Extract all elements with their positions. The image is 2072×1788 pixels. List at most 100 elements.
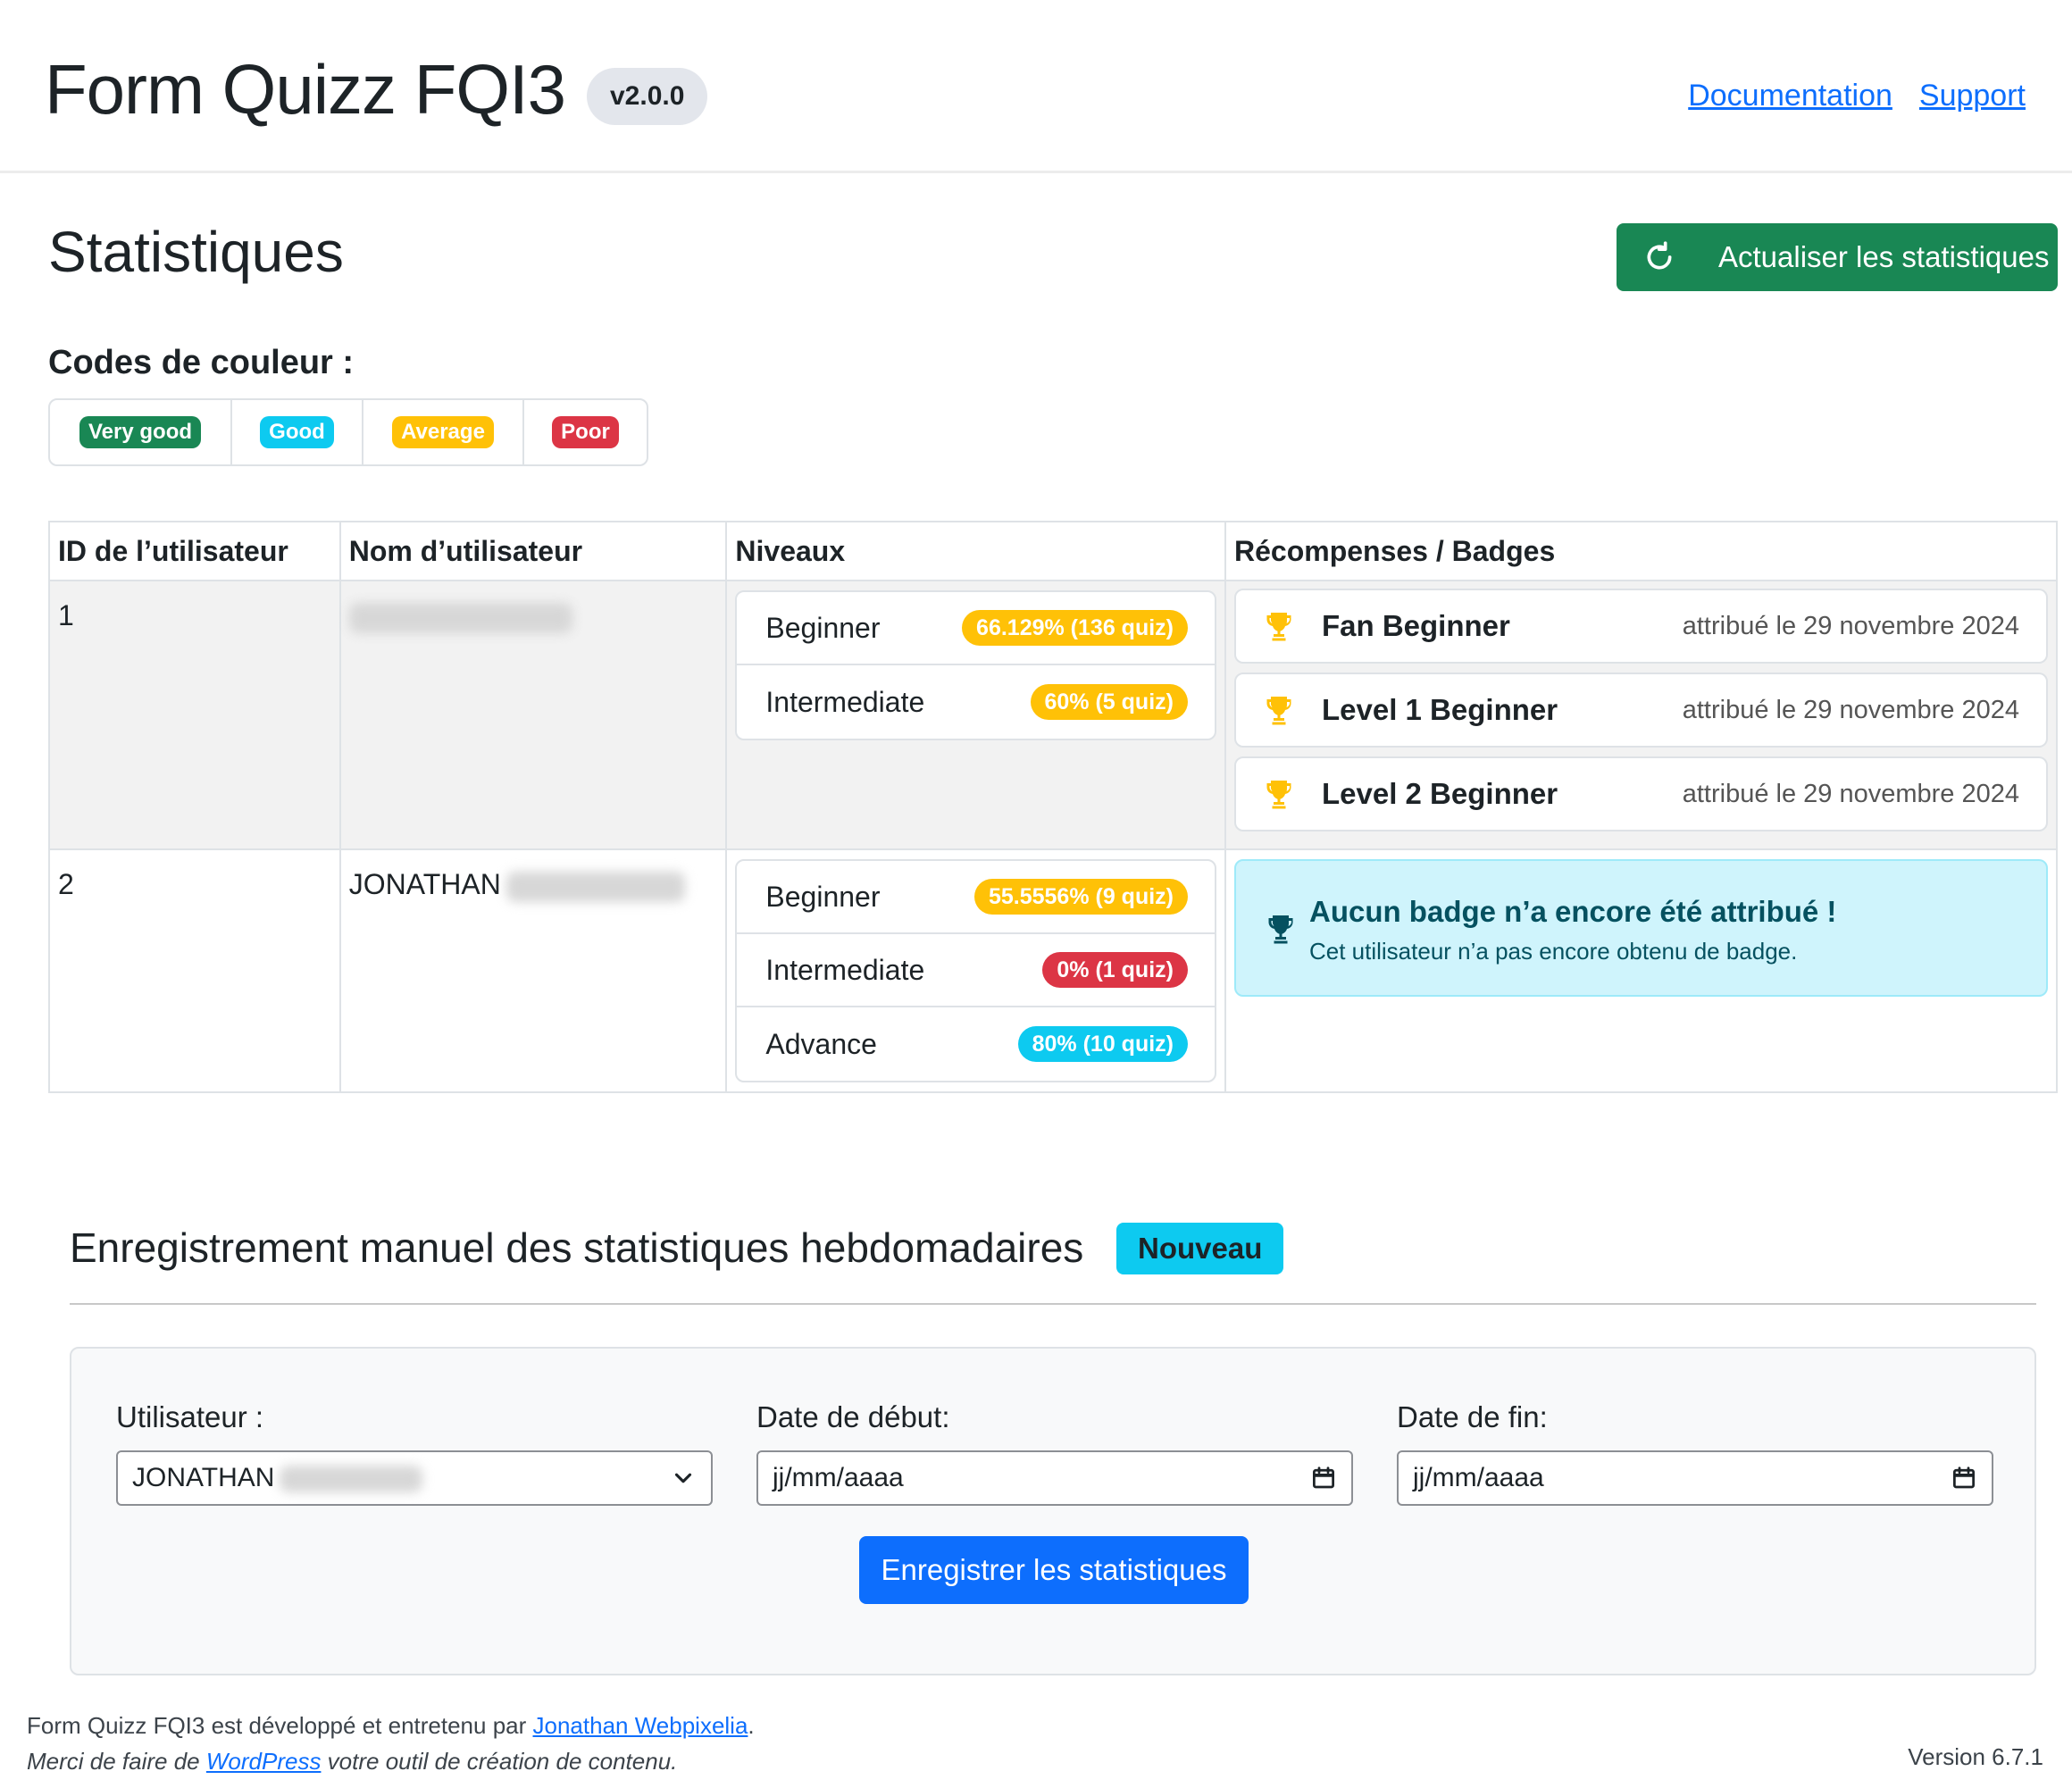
level-name: Advance <box>765 1027 877 1060</box>
trophy-icon <box>1266 613 1291 641</box>
badge-name: Level 2 Beginner <box>1321 777 1558 810</box>
legend-label: Average <box>392 416 494 448</box>
legend-item-average: Average <box>363 400 524 464</box>
weekly-section-title: Enregistrement manuel des statistiques h… <box>70 1224 1084 1271</box>
user-select-value: JONATHAN <box>132 1463 275 1492</box>
header-links: Documentation Support <box>1688 79 2026 113</box>
badge-list: Fan Beginner attribué le 29 novembre 202… <box>1233 589 2048 831</box>
user-id: 2 <box>58 868 74 900</box>
level-item: Intermediate 0% (1 quiz) <box>737 934 1215 1007</box>
level-item: Beginner 55.5556% (9 quiz) <box>737 861 1215 934</box>
level-score-badge: 80% (10 quiz) <box>1017 1026 1188 1062</box>
no-badge-alert: Aucun badge n’a encore été attribué ! Ce… <box>1233 859 2048 997</box>
level-item: Intermediate 60% (5 quiz) <box>737 665 1215 739</box>
refresh-stats-button[interactable]: Actualiser les statistiques <box>1617 223 2058 291</box>
end-date-input[interactable]: jj/mm/aaaa <box>1397 1450 1993 1506</box>
footer-credit: Form Quizz FQI3 est développé et entrete… <box>27 1708 755 1743</box>
user-name-cell <box>338 580 728 850</box>
footer-thanks: Merci de faire de WordPress votre outil … <box>27 1743 755 1779</box>
top-bar: Form Quizz FQI3 v2.0.0 Documentation Sup… <box>0 0 2072 173</box>
level-item: Beginner 66.129% (136 quiz) <box>737 592 1215 665</box>
trophy-icon <box>1266 697 1291 725</box>
wp-version: Version 6.7.1 <box>1908 1743 2043 1770</box>
author-link[interactable]: Jonathan Webpixelia <box>533 1712 748 1739</box>
table-row: 1 Beginner 66.129% (136 quiz) Intermedia… <box>48 580 2059 850</box>
badges-cell: Fan Beginner attribué le 29 novembre 202… <box>1224 580 2059 850</box>
calendar-icon[interactable] <box>1951 1465 1977 1491</box>
support-link[interactable]: Support <box>1919 79 2026 113</box>
column-header-levels: Niveaux <box>725 521 1226 581</box>
user-select[interactable]: JONATHAN <box>116 1450 713 1506</box>
table-header-row: ID de l’utilisateur Nom d’utilisateur Ni… <box>48 521 2059 581</box>
version-badge: v2.0.0 <box>587 68 708 125</box>
level-score-badge: 60% (5 quiz) <box>1030 684 1188 720</box>
badge-item: Level 2 Beginner attribué le 29 novembre… <box>1233 756 2048 831</box>
save-stats-button[interactable]: Enregistrer les statistiques <box>859 1536 1249 1604</box>
user-name <box>341 581 726 633</box>
table-row: 2 JONATHAN Beginner 55.5556% (9 quiz) In… <box>48 848 2059 1093</box>
level-name: Intermediate <box>765 953 925 986</box>
admin-footer: Form Quizz FQI3 est développé et entrete… <box>27 1708 755 1779</box>
no-badge-text: Cet utilisateur n’a pas encore obtenu de… <box>1308 938 1798 965</box>
stats-table: ID de l’utilisateur Nom d’utilisateur Ni… <box>48 521 2059 1093</box>
page-title: Statistiques <box>48 220 344 284</box>
level-list: Beginner 55.5556% (9 quiz) Intermediate … <box>735 859 1216 1082</box>
legend-item-very-good: Very good <box>50 400 232 464</box>
user-id-cell: 2 <box>48 848 341 1093</box>
level-list: Beginner 66.129% (136 quiz) Intermediate… <box>735 590 1216 740</box>
redacted-name <box>280 1466 423 1493</box>
user-id: 1 <box>58 599 74 631</box>
legend-title: Codes de couleur : <box>48 344 355 381</box>
levels-cell: Beginner 66.129% (136 quiz) Intermediate… <box>725 580 1226 850</box>
weekly-stats-form: Utilisateur : JONATHAN Date de début: jj… <box>70 1347 2036 1675</box>
badge-name: Level 1 Beginner <box>1321 693 1558 726</box>
badge-date: attribué le 29 novembre 2024 <box>1682 695 2019 724</box>
documentation-link[interactable]: Documentation <box>1688 79 1892 113</box>
levels-cell: Beginner 55.5556% (9 quiz) Intermediate … <box>725 848 1226 1093</box>
redacted-name <box>505 871 685 902</box>
user-select-value-wrapper: JONATHAN <box>132 1463 423 1493</box>
user-name: JONATHAN <box>348 868 501 900</box>
color-legend: Very good Good Average Poor <box>48 398 648 466</box>
legend-item-poor: Poor <box>524 400 647 464</box>
end-date-placeholder: jj/mm/aaaa <box>1413 1463 1544 1492</box>
legend-item-good: Good <box>232 400 363 464</box>
level-score-badge: 0% (1 quiz) <box>1042 952 1188 988</box>
footer-thanks-text: Merci de faire de <box>27 1748 206 1775</box>
level-name: Beginner <box>765 611 881 644</box>
level-item: Advance 80% (10 quiz) <box>737 1007 1215 1081</box>
trophy-icon <box>1268 915 1293 944</box>
trophy-icon <box>1266 781 1291 809</box>
start-date-label: Date de début: <box>756 1400 950 1433</box>
badge-date: attribué le 29 novembre 2024 <box>1682 611 2019 640</box>
level-name: Intermediate <box>765 685 925 718</box>
no-badge-title: Aucun badge n’a encore été attribué ! <box>1308 895 1837 928</box>
start-date-input[interactable]: jj/mm/aaaa <box>756 1450 1353 1506</box>
user-select-label: Utilisateur : <box>116 1400 264 1433</box>
start-date-placeholder: jj/mm/aaaa <box>773 1463 904 1492</box>
user-id-cell: 1 <box>48 580 341 850</box>
badge-name: Fan Beginner <box>1321 609 1510 642</box>
user-name-wrapper: JONATHAN <box>341 850 726 902</box>
chevron-down-icon <box>674 1473 692 1483</box>
new-badge: Nouveau <box>1116 1223 1284 1274</box>
wordpress-link[interactable]: WordPress <box>206 1748 322 1775</box>
column-header-name: Nom d’utilisateur <box>338 521 728 581</box>
level-score-badge: 66.129% (136 quiz) <box>962 610 1188 646</box>
footer-credit-text: Form Quizz FQI3 est développé et entrete… <box>27 1712 533 1739</box>
level-score-badge: 55.5556% (9 quiz) <box>973 879 1188 915</box>
footer-credit-end: . <box>748 1712 755 1739</box>
legend-label: Good <box>260 416 334 448</box>
column-header-id: ID de l’utilisateur <box>48 521 341 581</box>
redacted-name <box>348 602 572 633</box>
app-title: Form Quizz FQI3 <box>45 50 566 129</box>
badge-item: Level 1 Beginner attribué le 29 novembre… <box>1233 673 2048 748</box>
legend-label: Poor <box>552 416 619 448</box>
divider <box>70 1303 2036 1305</box>
level-name: Beginner <box>765 880 881 913</box>
end-date-label: Date de fin: <box>1397 1400 1548 1433</box>
calendar-icon[interactable] <box>1310 1465 1337 1491</box>
legend-label: Very good <box>79 416 202 448</box>
badges-cell: Aucun badge n’a encore été attribué ! Ce… <box>1224 848 2059 1093</box>
column-header-badges: Récompenses / Badges <box>1224 521 2059 581</box>
